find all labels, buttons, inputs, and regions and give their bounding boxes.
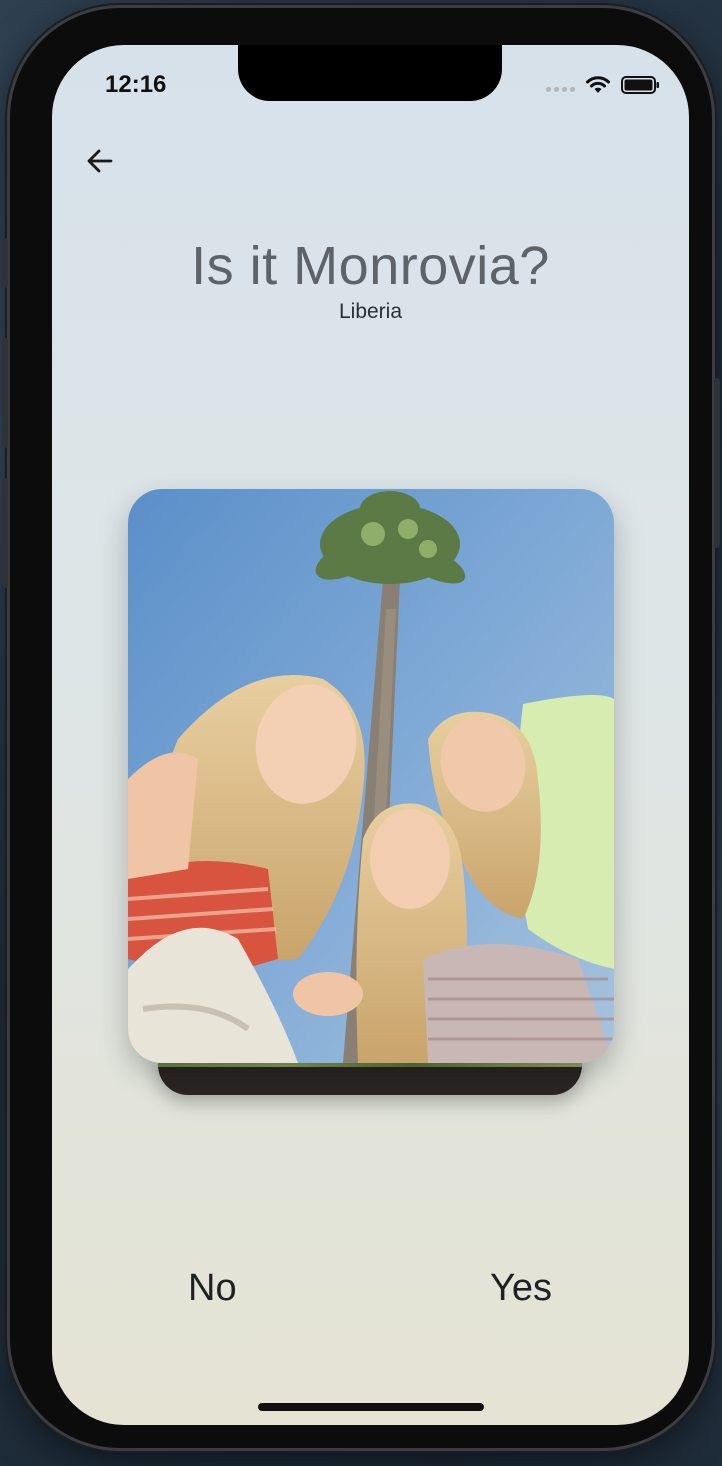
wifi-icon	[586, 76, 610, 93]
no-button[interactable]: No	[188, 1267, 237, 1310]
battery-icon	[621, 76, 659, 94]
power-button	[714, 378, 720, 548]
app-screen: 12:16 Is it Monrovia? Liberia No Yes	[52, 45, 689, 1425]
status-time: 12:16	[105, 71, 167, 98]
card-photo	[128, 489, 614, 1063]
notch	[238, 45, 502, 101]
mute-switch	[2, 238, 8, 288]
question-subtitle: Liberia	[338, 300, 403, 323]
signal-dots-icon	[546, 79, 575, 92]
swipe-card[interactable]	[128, 489, 614, 1063]
home-indicator[interactable]	[258, 1403, 484, 1411]
status-icons	[546, 75, 661, 95]
back-button[interactable]	[80, 141, 120, 181]
volume-up-button	[2, 338, 8, 448]
yes-button[interactable]: Yes	[490, 1267, 552, 1310]
question-title: Is it Monrovia?	[191, 236, 550, 296]
swipe-card-stack	[128, 489, 614, 1099]
volume-down-button	[2, 478, 8, 588]
arrow-left-icon	[87, 149, 113, 173]
